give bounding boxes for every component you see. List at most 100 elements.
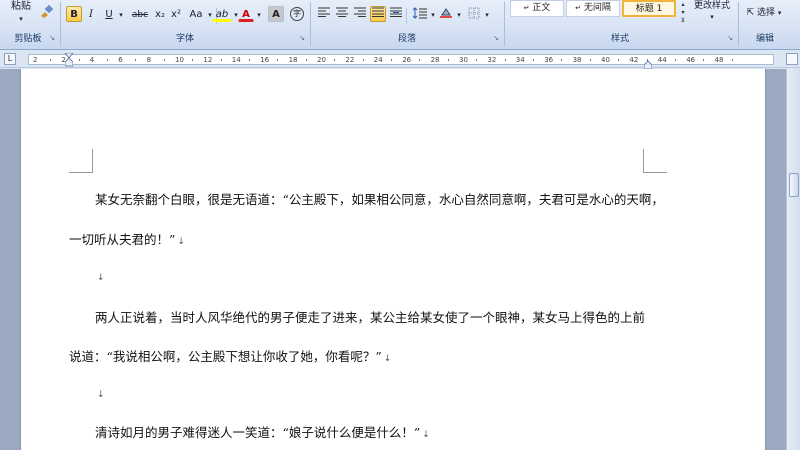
ruler-tick-label: 36 bbox=[544, 56, 554, 64]
line-spacing-button[interactable] bbox=[410, 6, 430, 22]
ruler-tick-label: 26 bbox=[402, 56, 412, 64]
ruler-tick-mark bbox=[731, 59, 733, 61]
ruler-toggle-icon[interactable] bbox=[786, 53, 798, 65]
document-line[interactable]: ↓ bbox=[95, 385, 105, 403]
document-line[interactable]: ↓ bbox=[95, 268, 105, 286]
document-line-text: 两人正说着，当时人风华绝代的男子便走了进来，某公主给某女使了一个眼神，某女马上得… bbox=[95, 310, 646, 325]
horizontal-ruler[interactable]: L 2 2 4 6 8 10 12 14 16 18 20 22 24 26 28 30 32 34 36 38 40 4… bbox=[0, 50, 800, 70]
align-left-button[interactable] bbox=[316, 6, 332, 22]
distribute-button[interactable] bbox=[388, 6, 404, 22]
justify-button[interactable] bbox=[370, 6, 386, 22]
style-no-spacing[interactable]: ↵ 无间隔 bbox=[566, 0, 620, 17]
ruler-tick-label: 42 bbox=[629, 56, 639, 64]
paragraph-group-label: 段落 bbox=[397, 34, 416, 44]
ruler-tick-label: 44 bbox=[657, 56, 667, 64]
line-spacing-dropdown-icon[interactable]: ▾ bbox=[429, 6, 437, 22]
char-shading-button[interactable]: A bbox=[268, 6, 284, 22]
shading-dropdown-icon[interactable]: ▾ bbox=[455, 6, 463, 22]
style-normal[interactable]: ↵ 正文 bbox=[510, 0, 564, 17]
underline-dropdown-icon[interactable]: ▾ bbox=[117, 6, 125, 22]
styles-group-label: 样式 bbox=[610, 34, 629, 44]
document-line-text: 说道：“我说相公啊，公主殿下想让你收了她，你看呢？” bbox=[69, 349, 382, 364]
select-button[interactable]: ⇱ 选择 ▾ bbox=[744, 4, 784, 20]
ruler-tick-mark bbox=[107, 59, 108, 61]
ruler-tick-mark bbox=[192, 59, 194, 61]
document-line[interactable]: 两人正说着，当时人风华绝代的男子便走了进来，某公主给某女使了一个眼神，某女马上得… bbox=[95, 310, 645, 326]
chevron-down-icon: ▾ bbox=[19, 15, 23, 23]
indent-marker-icon[interactable] bbox=[64, 52, 74, 67]
scrollbar-thumb[interactable] bbox=[789, 173, 799, 197]
ruler-tick-label: 38 bbox=[572, 56, 582, 64]
shading-button[interactable] bbox=[438, 6, 454, 22]
format-painter-icon[interactable] bbox=[38, 4, 54, 20]
ruler-tick-label: 8 bbox=[146, 56, 152, 64]
font-launcher-icon[interactable]: ↘ bbox=[298, 34, 306, 42]
style-heading-1-label: 标题 1 bbox=[635, 4, 663, 14]
ruler-tick-mark bbox=[703, 59, 705, 61]
tab-selector-icon[interactable]: L bbox=[4, 53, 16, 65]
ruler-tick-label: 32 bbox=[487, 56, 497, 64]
vertical-scrollbar[interactable] bbox=[786, 69, 800, 450]
bold-button[interactable]: B bbox=[66, 6, 82, 22]
ruler-tick-mark bbox=[334, 59, 336, 61]
document-line[interactable]: 一切听从夫君的！” ↓ bbox=[69, 232, 185, 250]
document-line-text: 一切听从夫君的！” bbox=[69, 232, 176, 247]
ribbon: 粘贴 ▾ 剪贴板 ↘ B I U ▾ abc x₂ x² Aa ▾ ab ▾ A… bbox=[0, 0, 800, 50]
change-styles-label: 更改样式 bbox=[693, 1, 730, 11]
change-styles-button[interactable]: 更改样式 ▾ bbox=[690, 0, 734, 28]
ruler-tick-mark bbox=[419, 59, 421, 61]
ruler-tick-mark bbox=[447, 59, 449, 61]
ruler-tick-mark bbox=[589, 59, 591, 61]
chevron-down-icon: ▾ bbox=[777, 9, 782, 17]
styles-more-icon[interactable]: ⊻ bbox=[678, 16, 688, 24]
ruler-tick-label: 12 bbox=[203, 56, 213, 64]
font-color-dropdown-icon[interactable]: ▾ bbox=[255, 6, 263, 22]
ruler-tick-label: 6 bbox=[118, 56, 123, 64]
crop-mark-top-right bbox=[643, 149, 667, 173]
ruler-tick-mark bbox=[163, 59, 165, 61]
document-line-text: 清诗如月的男子难得迷人一笑道：“娘子说什么便是什么！” bbox=[95, 425, 421, 440]
subscript-button[interactable]: x₂ bbox=[152, 6, 168, 22]
borders-dropdown-icon[interactable]: ▾ bbox=[483, 6, 491, 22]
strikethrough-button[interactable]: abc bbox=[130, 6, 150, 22]
select-label: 选择 bbox=[757, 8, 776, 18]
ruler-tick-label: 46 bbox=[686, 56, 696, 64]
italic-button[interactable]: I bbox=[84, 6, 98, 22]
right-indent-marker-icon[interactable] bbox=[643, 55, 653, 70]
ruler-tick-label: 14 bbox=[231, 56, 241, 64]
document-page[interactable]: 某女无奈翻个白眼，很是无语道：“公主殿下，如果相公同意，水心自然同意啊，夫君可是… bbox=[20, 69, 766, 450]
paragraph-mark-icon: ↓ bbox=[97, 390, 105, 400]
ruler-tick-mark bbox=[476, 59, 478, 61]
borders-button[interactable] bbox=[466, 6, 482, 22]
ruler-tick-label: 34 bbox=[515, 56, 525, 64]
align-right-button[interactable] bbox=[352, 6, 368, 22]
paste-button[interactable]: 粘贴 ▾ bbox=[6, 0, 36, 30]
ruler-tick-label: 18 bbox=[288, 56, 298, 64]
styles-scroll-up-icon[interactable]: ▴ bbox=[678, 0, 688, 8]
document-line[interactable]: 说道：“我说相公啊，公主殿下想让你收了她，你看呢？” ↓ bbox=[69, 349, 391, 367]
style-heading-1[interactable]: 标题 1 bbox=[622, 0, 676, 17]
align-center-button[interactable] bbox=[334, 6, 350, 22]
styles-launcher-icon[interactable]: ↘ bbox=[726, 34, 734, 42]
ruler-tick-mark bbox=[675, 59, 676, 61]
document-line[interactable]: 清诗如月的男子难得迷人一笑道：“娘子说什么便是什么！” ↓ bbox=[95, 425, 430, 443]
superscript-button[interactable]: x² bbox=[168, 6, 184, 22]
highlight-button[interactable]: ab bbox=[212, 6, 232, 22]
ruler-tick-label: 20 bbox=[317, 56, 326, 64]
ruler-tick-label: 2 bbox=[61, 56, 66, 64]
paragraph-mark-icon: ↓ bbox=[177, 237, 185, 247]
ruler-tick-mark bbox=[277, 59, 279, 61]
enclose-characters-button[interactable]: 字 bbox=[288, 5, 306, 23]
underline-button[interactable]: U bbox=[102, 6, 116, 22]
change-case-button[interactable]: Aa bbox=[186, 6, 206, 22]
document-area: 某女无奈翻个白眼，很是无语道：“公主殿下，如果相公同意，水心自然同意啊，夫君可是… bbox=[0, 69, 786, 450]
clipboard-launcher-icon[interactable]: ↘ bbox=[48, 34, 56, 42]
styles-scroll-down-icon[interactable]: ▾ bbox=[678, 8, 688, 16]
ruler-tick-label: 30 bbox=[459, 56, 468, 64]
ruler-tick-label: 10 bbox=[175, 56, 184, 64]
font-color-button[interactable]: A bbox=[238, 6, 254, 22]
paragraph-launcher-icon[interactable]: ↘ bbox=[492, 34, 500, 42]
document-line[interactable]: 某女无奈翻个白眼，很是无语道：“公主殿下，如果相公同意，水心自然同意啊，夫君可是… bbox=[95, 192, 664, 208]
ruler-tick-mark bbox=[249, 59, 250, 61]
ruler-tick-label: 28 bbox=[430, 56, 440, 64]
